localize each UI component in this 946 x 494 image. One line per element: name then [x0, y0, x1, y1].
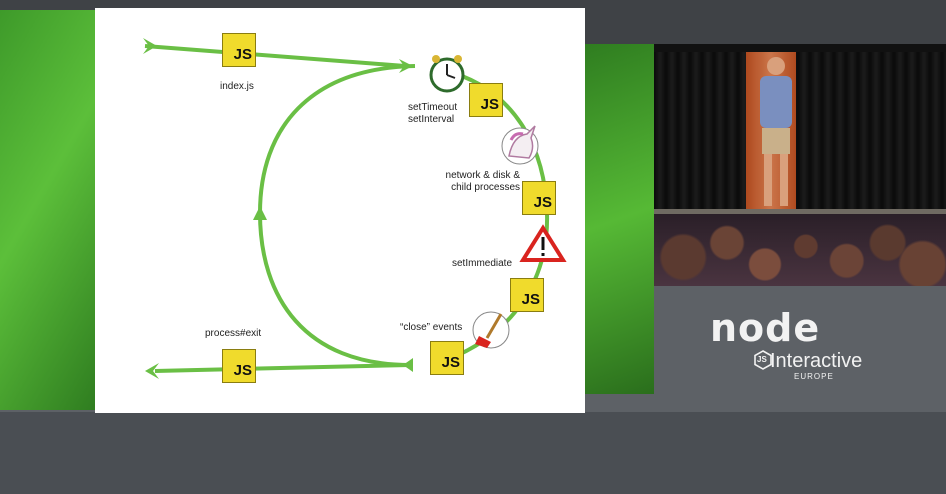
label-network: network & disk & child processes — [445, 170, 520, 193]
js-badge-index: JS — [222, 33, 256, 67]
js-badge-network: JS — [522, 181, 556, 215]
right-green-panel — [584, 44, 654, 394]
speaker-video — [654, 44, 946, 286]
label-timers: setTimeout setInterval — [408, 102, 458, 125]
label-immediate: setImmediate — [452, 258, 513, 269]
presentation-slide: JS JS JS JS JS JS index.js setTimeout se… — [95, 8, 585, 413]
js-badge-timers: JS — [469, 83, 503, 117]
logo-node-text: node — [710, 306, 821, 350]
logo-js-text: JS — [757, 355, 767, 364]
logo-interactive-text: Interactive — [770, 350, 863, 372]
clock-icon — [429, 55, 465, 93]
audience — [654, 214, 946, 286]
unicorn-icon — [501, 125, 539, 165]
logo-region-text: EUROPE — [794, 372, 834, 381]
label-index: index.js — [220, 81, 254, 92]
warning-icon — [519, 224, 567, 262]
loop-arc-arrow — [253, 206, 267, 220]
js-badge-immediate: JS — [510, 278, 544, 312]
broom-icon — [472, 311, 510, 349]
node-interactive-logo: node JS Interactive EUROPE — [710, 308, 910, 388]
exit-arrow — [154, 363, 411, 373]
entry-arrow — [144, 44, 406, 68]
label-close: “close” events — [400, 322, 463, 333]
js-badge-exit: JS — [222, 349, 256, 383]
label-exit: process#exit — [205, 328, 262, 339]
js-badge-close: JS — [430, 341, 464, 375]
loop-arc-left — [257, 64, 416, 367]
event-loop-diagram — [143, 38, 567, 379]
bottom-background — [0, 412, 946, 494]
left-green-panel — [0, 10, 95, 410]
